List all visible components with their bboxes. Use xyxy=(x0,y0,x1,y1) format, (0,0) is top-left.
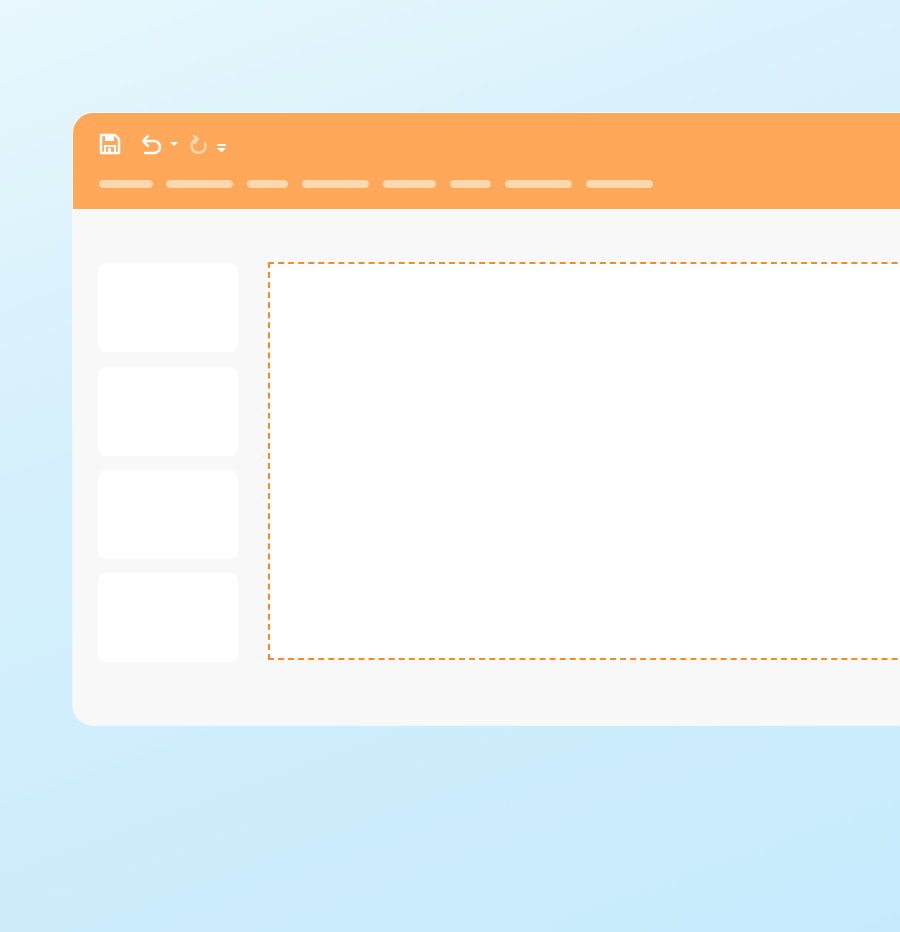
ribbon-tab[interactable] xyxy=(302,180,369,188)
redo-dropdown-caret-icon[interactable] xyxy=(217,144,226,153)
presentation-app-window xyxy=(73,113,900,725)
ribbon-tab[interactable] xyxy=(247,180,288,188)
redo-icon[interactable] xyxy=(189,134,211,156)
undo-icon[interactable] xyxy=(139,133,163,155)
slide-canvas-selected-placeholder[interactable] xyxy=(268,262,900,660)
ribbon-tab[interactable] xyxy=(505,180,572,188)
ribbon-tab[interactable] xyxy=(586,180,653,188)
undo-dropdown-caret-icon[interactable] xyxy=(169,141,179,147)
slide-thumbnail[interactable] xyxy=(98,573,238,662)
desktop-background xyxy=(0,0,900,932)
ribbon-header xyxy=(73,113,900,209)
ribbon-tab[interactable] xyxy=(166,180,233,188)
slide-thumbnail[interactable] xyxy=(98,470,238,559)
ribbon-tab[interactable] xyxy=(383,180,436,188)
save-icon[interactable] xyxy=(99,133,121,155)
ribbon-tab[interactable] xyxy=(99,180,153,188)
slide-thumbnail[interactable] xyxy=(98,263,238,352)
slide-thumbnail[interactable] xyxy=(98,367,238,456)
ribbon-tab[interactable] xyxy=(450,180,491,188)
